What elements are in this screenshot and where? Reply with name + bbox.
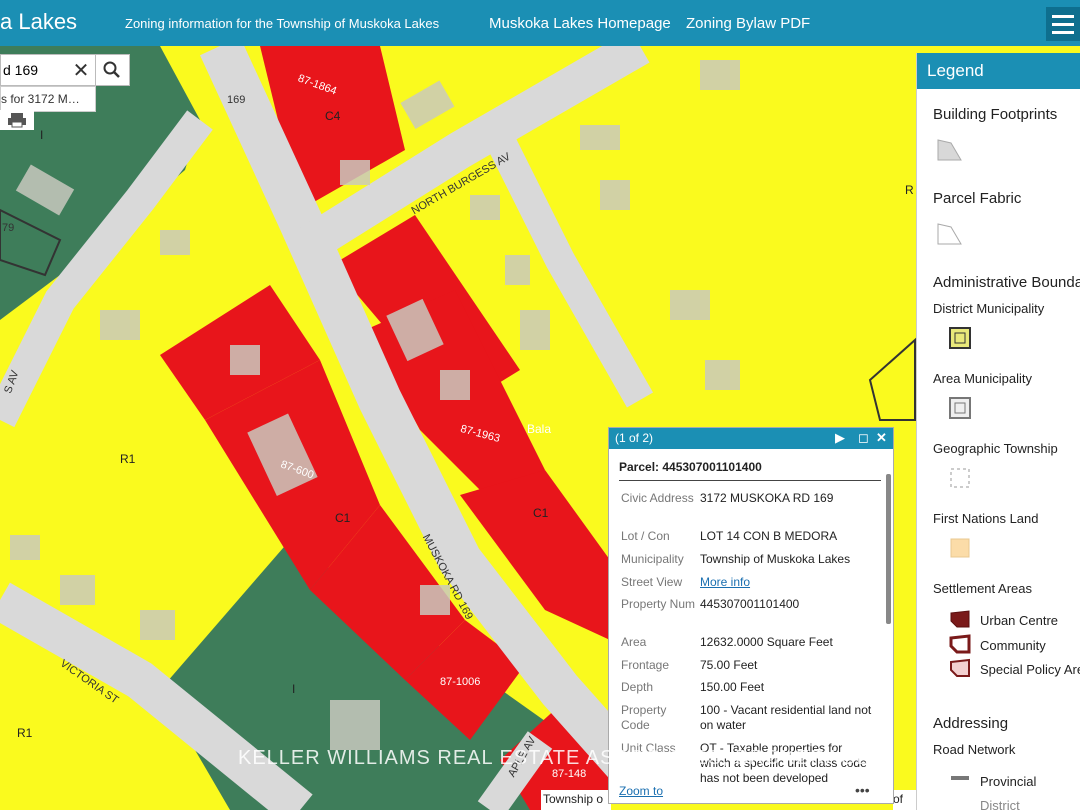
nav-link-homepage[interactable]: Muskoka Lakes Homepage bbox=[489, 15, 671, 32]
zone-label-i-south: I bbox=[292, 682, 296, 696]
app-subtitle: Zoning information for the Township of M… bbox=[125, 16, 440, 31]
special-policy-icon bbox=[950, 658, 970, 677]
search-bar: ✕ bbox=[0, 54, 130, 86]
close-icon[interactable]: ✕ bbox=[876, 430, 887, 446]
field-value-property-num: 445307001101400 bbox=[700, 597, 800, 611]
legend-urban-centre: Urban Centre bbox=[980, 613, 1059, 628]
legend-panel: Legend Building Footprints Parcel Fabric… bbox=[916, 53, 1080, 810]
search-button[interactable] bbox=[95, 55, 128, 85]
menu-icon[interactable] bbox=[1046, 7, 1080, 41]
community-icon bbox=[949, 634, 971, 654]
legend-district: District bbox=[980, 798, 1020, 810]
legend-provincial: Provincial bbox=[980, 774, 1037, 789]
zoom-to-link[interactable]: Zoom to bbox=[619, 784, 663, 798]
field-value-municipality: Township of Muskoka Lakes bbox=[700, 552, 851, 566]
map-attribution: Township o bbox=[541, 790, 611, 810]
legend-special-policy: Special Policy Are bbox=[980, 662, 1080, 677]
legend-building-footprints: Building Footprints bbox=[933, 106, 1058, 123]
legend-settlement-areas: Settlement Areas bbox=[933, 581, 1032, 596]
zone-label-c1-east: C1 bbox=[533, 506, 549, 520]
legend-first-nations-land: First Nations Land bbox=[933, 511, 1039, 526]
popup-count: (1 of 2) bbox=[615, 431, 654, 445]
search-input[interactable] bbox=[1, 61, 67, 79]
map-attribution-right: of bbox=[893, 790, 916, 810]
area-municipality-icon bbox=[949, 397, 971, 419]
more-actions-icon[interactable]: ••• bbox=[855, 782, 870, 798]
legend-addressing: Addressing bbox=[933, 715, 1009, 732]
first-nations-land-icon bbox=[950, 538, 970, 558]
field-key: Property Code bbox=[621, 703, 667, 732]
zone-label-i-north: I bbox=[40, 128, 44, 142]
zone-label-c1-west: C1 bbox=[335, 511, 351, 525]
popup-scrollbar[interactable] bbox=[886, 474, 891, 624]
next-icon[interactable]: ▶ bbox=[835, 430, 845, 446]
street-view-link[interactable]: More info bbox=[700, 575, 875, 590]
legend-admin-boundaries: Administrative Bounda bbox=[933, 274, 1080, 291]
legend-area-municipality: Area Municipality bbox=[933, 371, 1032, 386]
urban-centre-icon bbox=[950, 610, 970, 628]
building-footprint-icon bbox=[937, 139, 962, 161]
zone-label-r1-south: R1 bbox=[17, 726, 33, 740]
field-key: Frontage bbox=[621, 658, 670, 672]
parcel-label-79: 79 bbox=[2, 222, 15, 234]
search-suggestion[interactable]: s for 3172 M… bbox=[0, 86, 96, 112]
legend-road-network: Road Network bbox=[933, 742, 1016, 757]
geographic-township-icon bbox=[950, 468, 970, 488]
popup-divider bbox=[619, 480, 881, 481]
place-label-bala: Bala bbox=[527, 422, 552, 436]
zone-label-r1-north: R1 bbox=[120, 452, 136, 466]
zone-label-r-edge: R bbox=[905, 183, 914, 197]
field-key: Area bbox=[621, 635, 647, 649]
field-key: Property Num bbox=[621, 597, 696, 611]
parcel-title: Parcel: 445307001101400 bbox=[619, 460, 762, 474]
legend-title: Legend bbox=[917, 53, 1080, 89]
nav-link-zoning-pdf[interactable]: Zoning Bylaw PDF bbox=[686, 15, 810, 32]
app-header: a Lakes Zoning information for the Towns… bbox=[0, 0, 1080, 46]
search-icon bbox=[103, 61, 120, 78]
field-key: Street View bbox=[621, 575, 683, 589]
field-key: Lot / Con bbox=[621, 529, 670, 543]
legend-geographic-township: Geographic Township bbox=[933, 441, 1058, 456]
field-key: Municipality bbox=[621, 552, 684, 566]
field-value-lot-con: LOT 14 CON B MEDORA bbox=[700, 529, 838, 543]
clear-icon[interactable]: ✕ bbox=[67, 58, 95, 83]
field-key: Depth bbox=[621, 680, 654, 694]
watermark: KELLER WILLIAMS REAL ESTATE ASSOCIATES, … bbox=[238, 747, 871, 769]
legend-parcel-fabric: Parcel Fabric bbox=[933, 190, 1022, 207]
field-value-depth: 150.00 Feet bbox=[700, 680, 765, 694]
field-value-property-code: 100 - Vacant residential land not on wat… bbox=[700, 703, 872, 732]
field-value-civic-address: 3172 MUSKOKA RD 169 bbox=[700, 491, 834, 505]
field-key: Civic Address bbox=[621, 491, 694, 505]
legend-district-municipality: District Municipality bbox=[933, 301, 1045, 316]
field-value-frontage: 75.00 Feet bbox=[700, 658, 758, 672]
parcel-label-1006: 87-1006 bbox=[440, 676, 481, 688]
app-title: a Lakes bbox=[0, 9, 78, 34]
provincial-road-icon bbox=[951, 776, 969, 780]
road-shield-169: 169 bbox=[227, 94, 246, 106]
parcel-fabric-icon bbox=[937, 223, 962, 245]
legend-community: Community bbox=[980, 638, 1046, 653]
print-icon[interactable] bbox=[0, 110, 34, 130]
field-value-area: 12632.0000 Square Feet bbox=[700, 635, 833, 649]
zone-label-c4: C4 bbox=[325, 109, 341, 123]
maximize-icon[interactable]: ◻ bbox=[858, 430, 869, 446]
district-municipality-icon bbox=[949, 327, 971, 349]
popup-header: (1 of 2) ▶ ◻ ✕ bbox=[609, 428, 893, 449]
